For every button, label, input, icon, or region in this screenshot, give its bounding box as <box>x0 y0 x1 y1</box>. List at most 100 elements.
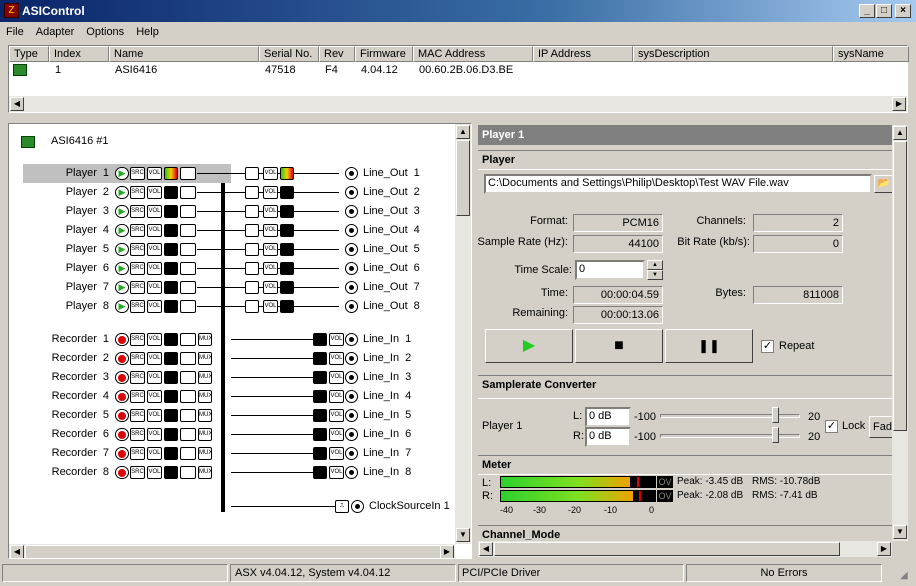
file-path-field[interactable]: C:\Documents and Settings\Philip\Desktop… <box>484 174 872 194</box>
scroll-up-arrow-icon[interactable]: ▲ <box>893 126 907 140</box>
recorder-label: Recorder 7 <box>23 444 109 463</box>
menu-help[interactable]: Help <box>130 22 165 42</box>
recorder-row[interactable]: Recorder 4 SRC VOL MUX VOL Line_In 4 <box>23 387 471 406</box>
panel-scroll-thumb[interactable] <box>893 141 907 431</box>
scroll-right-arrow-icon[interactable]: ▶ <box>877 542 891 556</box>
player-row[interactable]: Player 1 ▶ SRC VOL VOL Line_Out 1 <box>23 164 471 183</box>
stop-button[interactable]: ■ <box>575 329 663 363</box>
col-ip[interactable]: IP Address <box>533 46 633 62</box>
repeat-checkbox[interactable]: ✓ <box>761 340 774 353</box>
tree-scroll-thumb[interactable] <box>456 140 470 216</box>
scroll-down-arrow-icon[interactable]: ▼ <box>893 525 907 539</box>
recorder-row[interactable]: Recorder 3 SRC VOL MUX VOL Line_In 3 <box>23 368 471 387</box>
gain-l-slider[interactable] <box>660 414 800 418</box>
col-serial[interactable]: Serial No. <box>259 46 319 62</box>
panel-hscrollbar[interactable]: ◀ ▶ <box>478 541 892 557</box>
mux-icon <box>245 300 259 313</box>
maximize-button[interactable]: □ <box>876 4 892 18</box>
col-sysdescription[interactable]: sysDescription <box>633 46 833 62</box>
cell-mac[interactable]: 00.60.2B.06.D3.BE <box>413 62 513 78</box>
volume-icon: VOL <box>147 352 162 365</box>
recorder-row[interactable]: Recorder 6 SRC VOL MUX VOL Line_In 6 <box>23 425 471 444</box>
gain-l-input[interactable]: 0 dB <box>585 407 631 427</box>
scroll-left-arrow-icon[interactable]: ◀ <box>479 542 493 556</box>
bytes-value: 811008 <box>753 286 843 304</box>
fade-button[interactable]: Fade <box>869 416 893 438</box>
player-row[interactable]: Player 6 ▶ SRC VOL VOL Line_Out 6 <box>23 259 471 278</box>
player-row[interactable]: Player 3 ▶ SRC VOL VOL Line_Out 3 <box>23 202 471 221</box>
cell-serial[interactable]: 47518 <box>259 62 296 78</box>
spin-up-icon[interactable]: ▲ <box>647 260 663 270</box>
player-row[interactable]: Player 8 ▶ SRC VOL VOL Line_Out 8 <box>23 297 471 316</box>
tree-hscrollbar[interactable]: ◀ ▶ <box>9 544 455 558</box>
panel-title: Player 1 <box>478 125 892 145</box>
col-firmware[interactable]: Firmware <box>355 46 413 62</box>
gain-r-input[interactable]: 0 dB <box>585 427 631 447</box>
line-in-label: Line_In 5 <box>363 406 411 425</box>
player-row[interactable]: Player 5 ▶ SRC VOL VOL Line_Out 5 <box>23 240 471 259</box>
adapter-node-label[interactable]: ASI6416 #1 <box>51 135 109 147</box>
cell-index[interactable]: 1 <box>49 62 61 78</box>
title-bar: ASIControl <box>0 0 916 22</box>
cell-name[interactable]: ASI6416 <box>109 62 157 78</box>
open-folder-icon[interactable]: 📂 <box>874 175 894 193</box>
scroll-up-arrow-icon[interactable]: ▲ <box>456 125 470 139</box>
scroll-right-arrow-icon[interactable]: ▶ <box>892 97 906 111</box>
gain-r-thumb[interactable] <box>772 427 779 443</box>
recorder-name: Recorder <box>51 333 97 345</box>
minimize-button[interactable]: _ <box>859 4 875 18</box>
col-rev[interactable]: Rev <box>319 46 355 62</box>
recorder-row[interactable]: Recorder 2 SRC VOL MUX VOL Line_In 2 <box>23 349 471 368</box>
player-label: Player 3 <box>23 202 109 221</box>
clock-source-row[interactable]: ⎍ ClockSourceIn 1 <box>23 497 471 516</box>
col-name[interactable]: Name <box>109 46 259 62</box>
recorder-row[interactable]: Recorder 1 SRC VOL MUX VOL Line_In 1 <box>23 330 471 349</box>
connection-line <box>197 268 231 269</box>
player-row[interactable]: Player 4 ▶ SRC VOL VOL Line_Out 4 <box>23 221 471 240</box>
col-type[interactable]: Type <box>9 46 49 62</box>
tree-vscrollbar[interactable]: ▲ ▼ <box>455 124 471 544</box>
gain-r-slider[interactable] <box>660 434 800 438</box>
scroll-left-arrow-icon[interactable]: ◀ <box>10 545 24 558</box>
col-mac[interactable]: MAC Address <box>413 46 533 62</box>
menu-options[interactable]: Options <box>80 22 130 42</box>
panel-vscrollbar[interactable]: ▲ ▼ <box>892 125 908 541</box>
cell-rev[interactable]: F4 <box>319 62 338 78</box>
scroll-down-arrow-icon[interactable]: ▼ <box>456 528 470 542</box>
resize-grip-icon[interactable]: ◢ <box>900 570 912 582</box>
gain-l-thumb[interactable] <box>772 407 779 423</box>
connection-line <box>197 211 231 212</box>
player-row[interactable]: Player 2 ▶ SRC VOL VOL Line_Out 2 <box>23 183 471 202</box>
volume-icon: VOL <box>147 409 162 422</box>
src-icon: SRC <box>130 447 145 460</box>
recorder-row[interactable]: Recorder 5 SRC VOL MUX VOL Line_In 5 <box>23 406 471 425</box>
tree-hscroll-thumb[interactable] <box>25 545 441 558</box>
connection-line <box>197 249 231 250</box>
volume-icon: VOL <box>147 186 162 199</box>
recorder-row[interactable]: Recorder 8 SRC VOL MUX VOL Line_In 8 <box>23 463 471 482</box>
col-index[interactable]: Index <box>49 46 109 62</box>
col-sysname[interactable]: sysName <box>833 46 909 62</box>
meter-r-label: R: <box>482 490 493 502</box>
line-in-name: Line_In <box>363 390 400 402</box>
menu-adapter[interactable]: Adapter <box>30 22 81 42</box>
scroll-left-arrow-icon[interactable]: ◀ <box>10 97 24 111</box>
play-button[interactable]: ▶ <box>485 329 573 363</box>
player-row[interactable]: Player 7 ▶ SRC VOL VOL Line_Out 7 <box>23 278 471 297</box>
bytes-label: Bytes: <box>715 287 746 299</box>
lock-checkbox[interactable]: ✓ <box>825 420 838 433</box>
timescale-input[interactable]: 0 <box>575 260 645 280</box>
recorder-name: Recorder <box>51 409 97 421</box>
remaining-label: Remaining: <box>512 307 568 319</box>
cell-firmware[interactable]: 4.04.12 <box>355 62 398 78</box>
recorder-row[interactable]: Recorder 7 SRC VOL MUX VOL Line_In 7 <box>23 444 471 463</box>
panel-hscroll-thumb[interactable] <box>494 542 840 556</box>
pause-button[interactable]: ❚❚ <box>665 329 753 363</box>
spin-down-icon[interactable]: ▼ <box>647 270 663 280</box>
volume-icon: VOL <box>263 167 278 180</box>
menu-file[interactable]: File <box>0 22 30 42</box>
close-button[interactable]: × <box>895 4 911 18</box>
scroll-right-arrow-icon[interactable]: ▶ <box>440 545 454 558</box>
routing-tree-pane: ASI6416 #1 Player 1 ▶ SRC VOL VOL Line_Out 1 Pla… <box>8 123 472 559</box>
table-hscrollbar[interactable]: ◀ ▶ <box>9 96 907 112</box>
